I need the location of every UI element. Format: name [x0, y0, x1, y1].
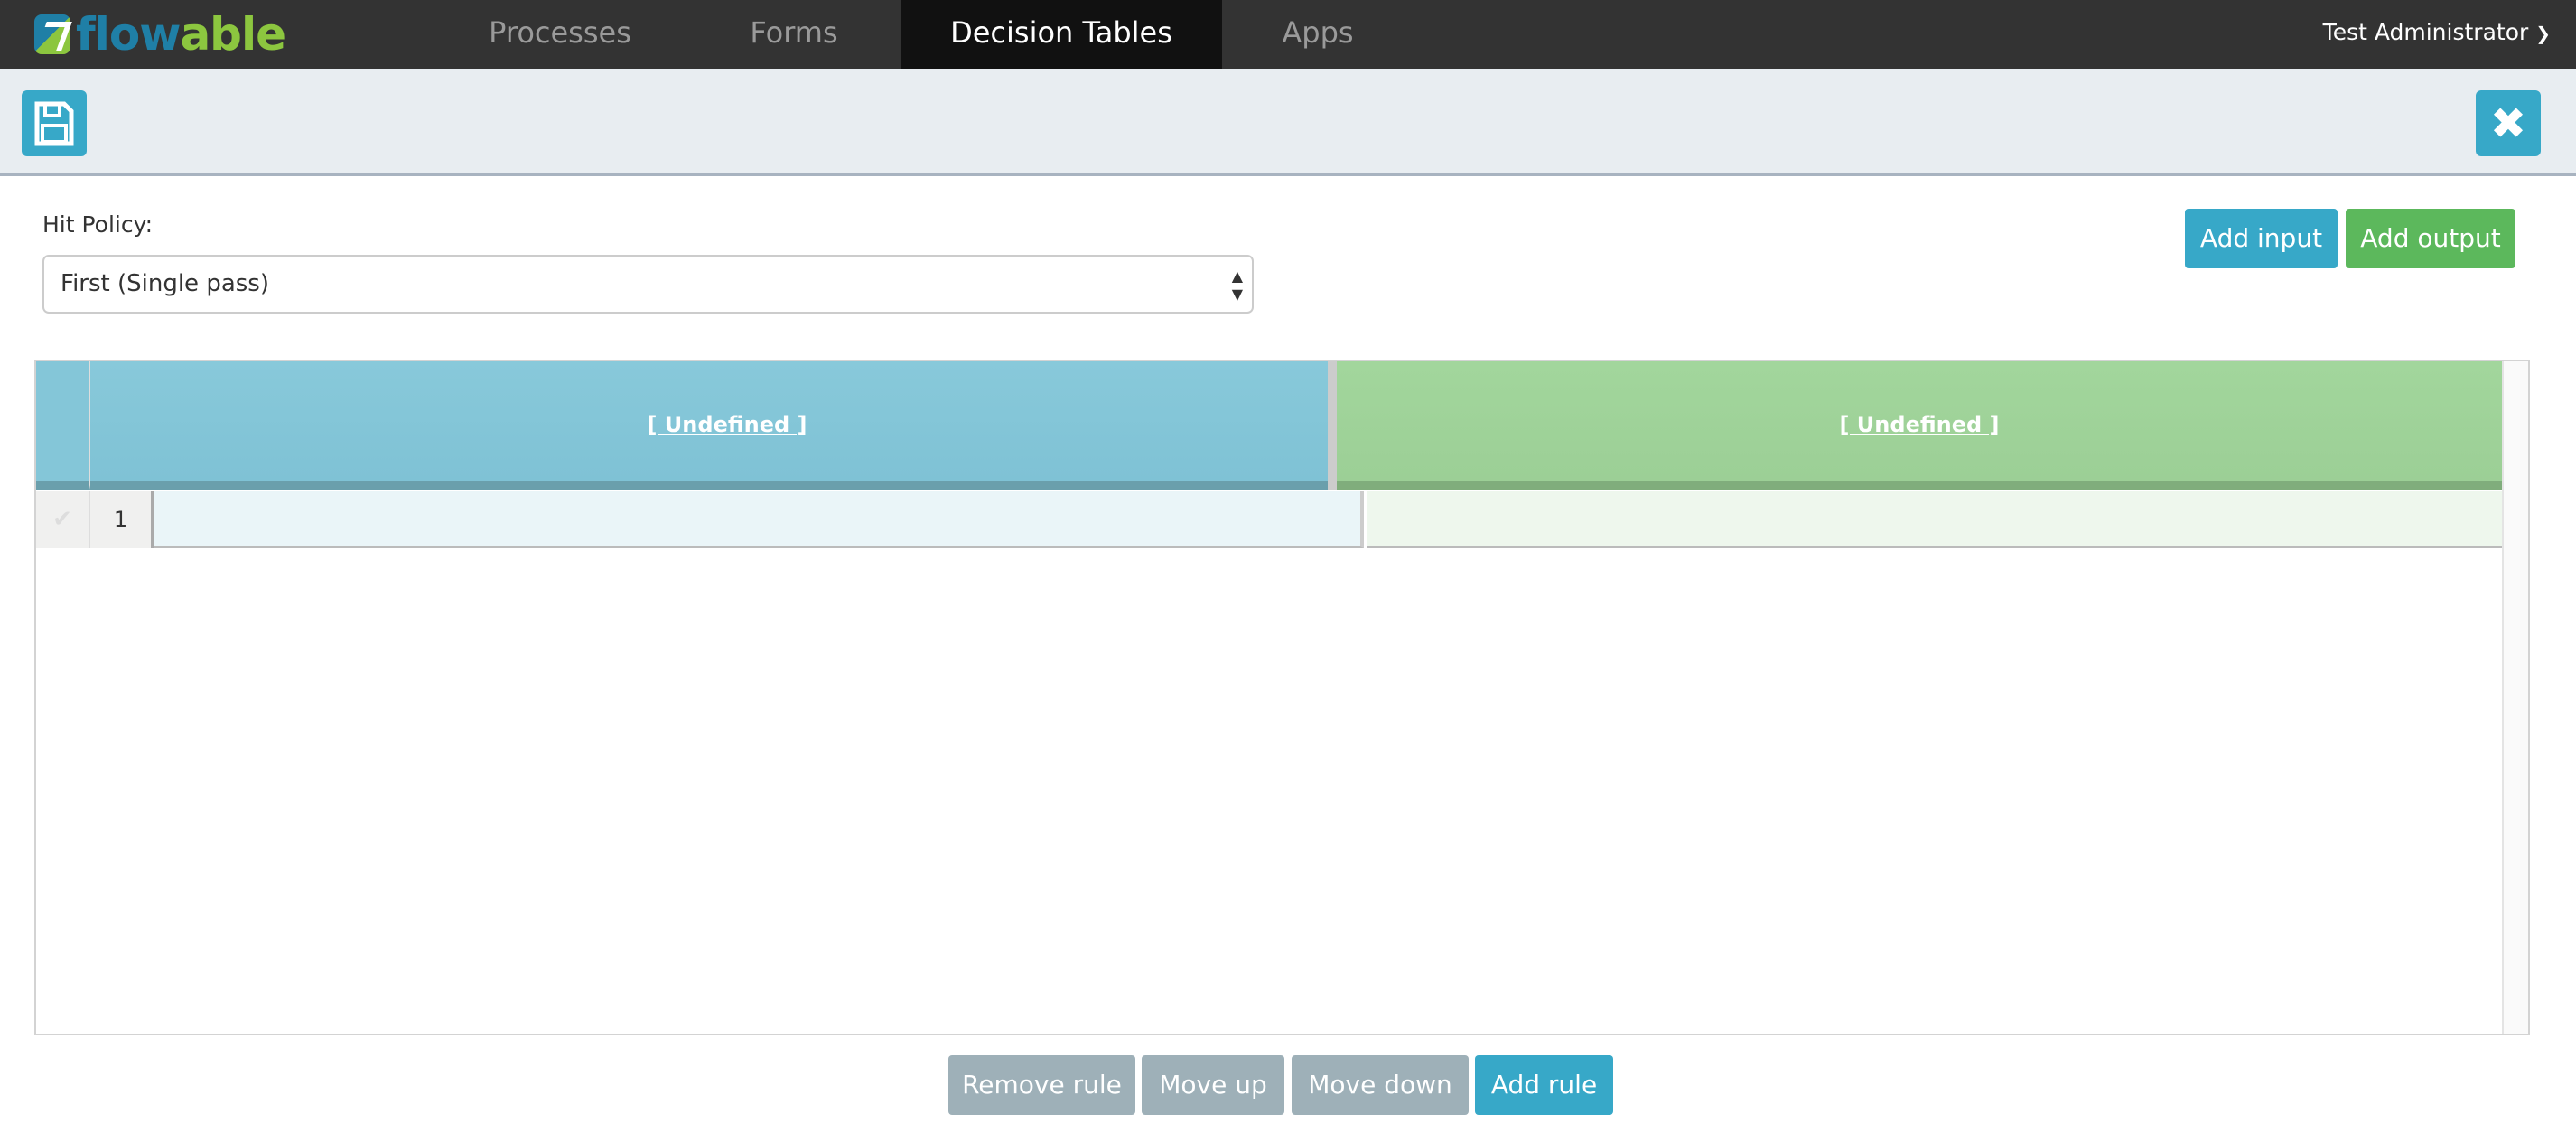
input-expression-link[interactable]: [ Undefined ] — [90, 412, 1364, 437]
table-scrollbar[interactable] — [2502, 361, 2528, 1034]
row-controls-header — [36, 361, 90, 490]
output-expression-link[interactable]: [ Undefined ] — [1337, 412, 2502, 437]
add-rule-button[interactable]: Add rule — [1475, 1055, 1613, 1115]
editor-toolbar: ✖ — [0, 69, 2576, 176]
output-column-header: [ Undefined ] — [1337, 361, 2502, 490]
user-menu[interactable]: Test Administrator ❯ — [2323, 0, 2551, 66]
close-x-icon: ✖ — [2489, 98, 2527, 149]
input-cell[interactable] — [154, 491, 1364, 548]
decision-table: [ Undefined ] [ Undefined ] ✔ 1 — [34, 360, 2530, 1035]
move-up-button[interactable]: Move up — [1142, 1055, 1284, 1115]
chevron-down-icon: ❯ — [2535, 23, 2551, 44]
save-button[interactable] — [22, 90, 87, 156]
add-output-button[interactable]: Add output — [2346, 209, 2515, 268]
move-down-button[interactable]: Move down — [1292, 1055, 1469, 1115]
floppy-disk-icon — [34, 101, 74, 145]
column-resize-handle[interactable] — [1328, 361, 1337, 490]
hit-policy-select[interactable]: First (Single pass) ▲ ▼ — [42, 255, 1254, 314]
output-cell[interactable] — [1367, 491, 2502, 548]
nav-apps[interactable]: Apps — [1237, 0, 1398, 69]
remove-rule-button[interactable]: Remove rule — [948, 1055, 1135, 1115]
rule-number: 1 — [90, 491, 154, 548]
add-input-button[interactable]: Add input — [2185, 209, 2338, 268]
check-icon: ✔ — [52, 506, 72, 533]
nav-decision-tables[interactable]: Decision Tables — [901, 0, 1222, 78]
close-button[interactable]: ✖ — [2476, 90, 2541, 156]
logo-icon — [34, 14, 70, 54]
flowable-logo[interactable]: flowable — [34, 8, 286, 61]
hit-policy-label: Hit Policy: — [42, 211, 154, 238]
nav-processes[interactable]: Processes — [470, 0, 650, 69]
nav-forms[interactable]: Forms — [714, 0, 874, 69]
rule-select-checkbox[interactable]: ✔ — [36, 491, 90, 548]
select-arrows-icon: ▲ ▼ — [1231, 267, 1243, 303]
input-column-header: [ Undefined ] — [90, 361, 1364, 490]
top-navbar: flowable Processes Forms Decision Tables… — [0, 0, 2576, 78]
